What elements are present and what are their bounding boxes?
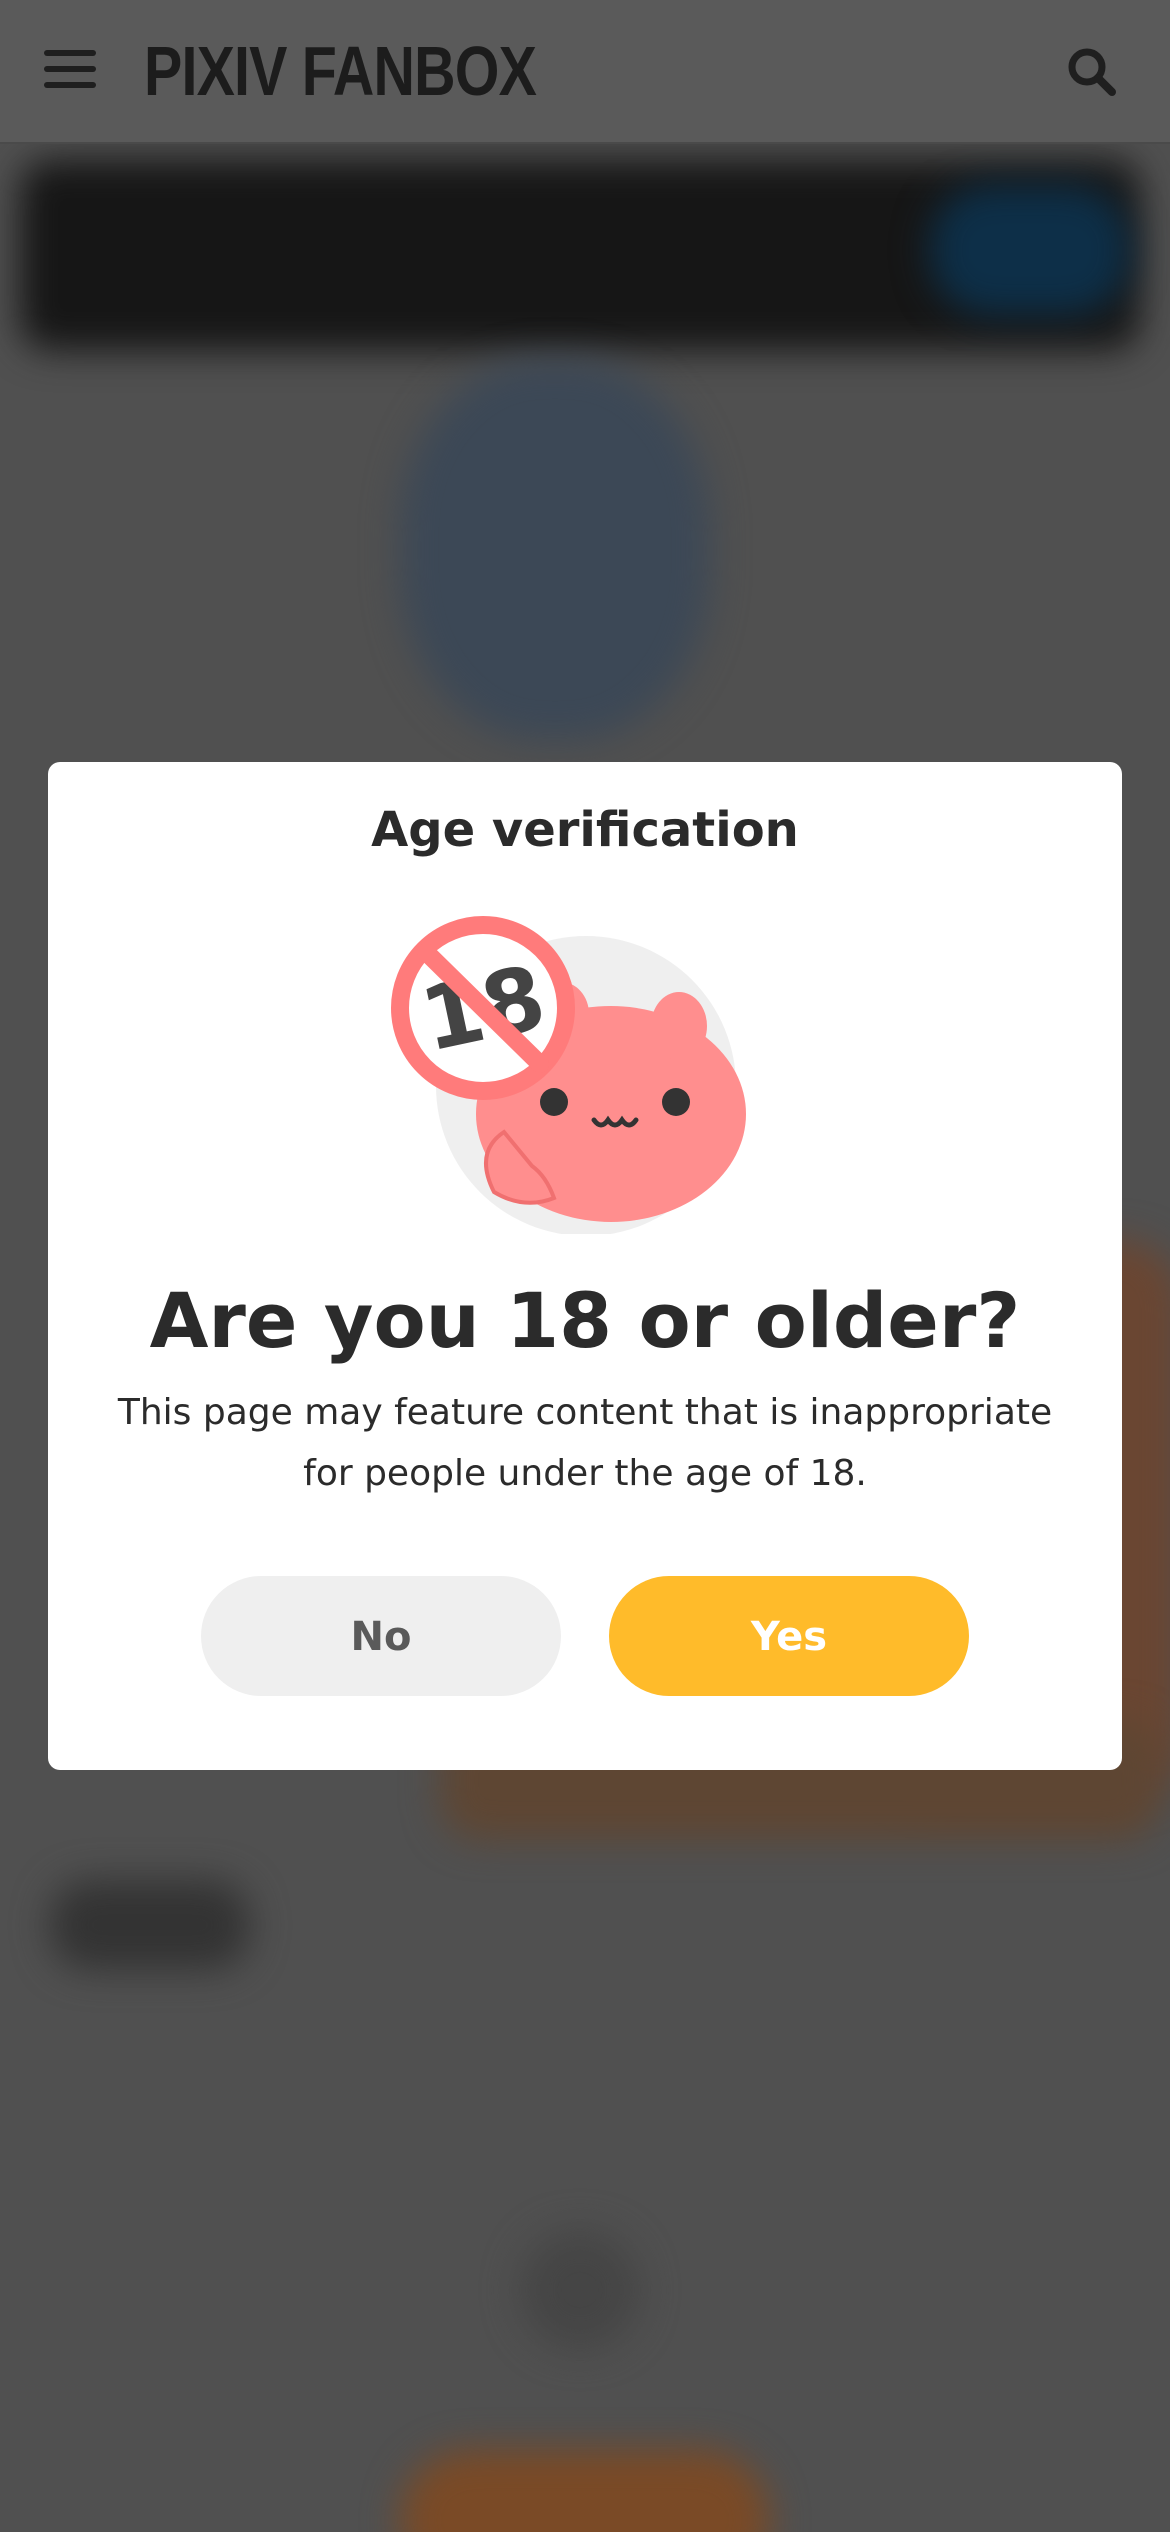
modal-overlay[interactable]: Age verification Are you 18 or older? Th… — [0, 0, 1170, 2532]
no-button[interactable]: No — [201, 1576, 561, 1696]
yes-button[interactable]: Yes — [609, 1576, 969, 1696]
age-question: Are you 18 or older? — [149, 1276, 1021, 1365]
dialog-title: Age verification — [371, 802, 799, 858]
age-verification-dialog: Age verification Are you 18 or older? Th… — [48, 762, 1122, 1770]
18-plus-prohibited-mascot-icon: 18 — [386, 914, 786, 1236]
age-warning-text: This page may feature content that is in… — [117, 1392, 1053, 1494]
